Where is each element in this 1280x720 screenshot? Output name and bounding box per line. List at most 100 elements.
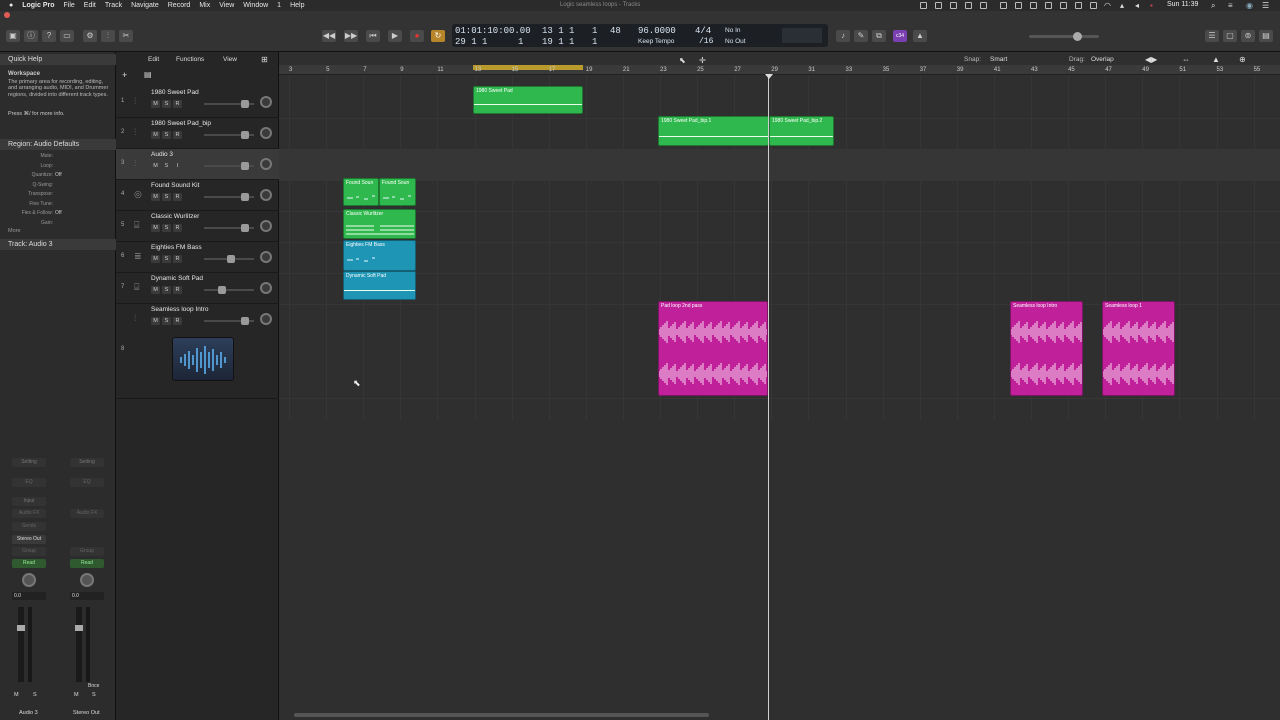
- track-solo-button[interactable]: S: [162, 131, 171, 139]
- menu-help[interactable]: Help: [290, 2, 304, 9]
- editors-button[interactable]: ✂: [119, 30, 133, 42]
- apple-icon[interactable]: ●: [9, 2, 13, 9]
- status-icon[interactable]: [1030, 2, 1037, 9]
- region[interactable]: 1980 Sweet Pad: [473, 86, 583, 114]
- track-header[interactable]: 3 ⫶ Audio 3 M S I: [116, 149, 279, 180]
- audio-fx-slot[interactable]: Audio FX: [70, 509, 104, 518]
- more-disclosure[interactable]: More: [8, 228, 21, 234]
- region[interactable]: Found Soun: [343, 178, 379, 206]
- region[interactable]: Eighties FM Bass: [343, 240, 416, 271]
- menu-file[interactable]: File: [64, 2, 75, 9]
- tracks-area[interactable]: ⬉ ✛ Snap: Smart Drag: Overlap ◀▶ ⇔ ▲ ⊕ 3…: [279, 52, 1280, 720]
- cycle-button[interactable]: ↻: [431, 30, 445, 42]
- record-button[interactable]: ●: [410, 30, 424, 42]
- track-record-button[interactable]: R: [173, 286, 182, 294]
- bounce-button[interactable]: Bnce: [88, 683, 99, 689]
- status-icon[interactable]: [965, 2, 972, 9]
- setting-button[interactable]: Setting: [12, 458, 46, 467]
- menu-1[interactable]: 1: [277, 2, 281, 9]
- bar-ruler[interactable]: 3 5 7 9 11 13 15 17 19 21 23 25 27 29 31 33 35 37 39 41 43 45…: [279, 65, 1280, 75]
- track-volume-knob[interactable]: [241, 224, 249, 232]
- master-volume-slider[interactable]: [1029, 32, 1099, 41]
- edit-menu[interactable]: Edit: [148, 56, 159, 63]
- notification-icon[interactable]: ☰: [1262, 1, 1269, 10]
- region[interactable]: 1980 Sweet Pad_bip.1: [658, 116, 769, 146]
- track-record-button[interactable]: R: [173, 224, 182, 232]
- track-volume-knob[interactable]: [241, 162, 249, 170]
- region[interactable]: Classic Wurlitzer: [343, 209, 416, 239]
- view-menu[interactable]: View: [223, 56, 237, 63]
- pointer-tool-icon[interactable]: ⬉: [679, 56, 686, 65]
- track-volume-knob[interactable]: [241, 100, 249, 108]
- drag-menu[interactable]: Overlap: [1091, 56, 1114, 63]
- metronome-button[interactable]: ▲: [913, 30, 927, 42]
- track-mute-button[interactable]: M: [151, 193, 160, 201]
- status-icon[interactable]: [980, 2, 987, 9]
- track-volume-slider[interactable]: [204, 224, 254, 232]
- volume-fader[interactable]: [75, 607, 83, 682]
- smart-controls-button[interactable]: ⚙: [83, 30, 97, 42]
- playhead-handle[interactable]: [765, 74, 773, 79]
- solo-button[interactable]: S: [92, 692, 96, 698]
- status-icon[interactable]: [1000, 2, 1007, 9]
- track-record-button[interactable]: R: [173, 193, 182, 201]
- group-slot[interactable]: Group: [70, 547, 104, 556]
- grid-icon[interactable]: ⊞: [261, 55, 271, 64]
- volume-fader[interactable]: [17, 607, 25, 682]
- toolbar-button[interactable]: ▭: [60, 30, 74, 42]
- browser-button[interactable]: ▤: [1259, 30, 1273, 42]
- key-badge[interactable]: c34: [893, 30, 907, 42]
- track-volume-knob[interactable]: [241, 131, 249, 139]
- track-volume-slider[interactable]: [204, 100, 254, 108]
- go-to-start-button[interactable]: ⏮: [366, 30, 380, 42]
- close-window-icon[interactable]: [4, 12, 10, 18]
- cycle-range[interactable]: [473, 65, 583, 70]
- track-name[interactable]: Classic Wurlitzer: [151, 213, 199, 220]
- track-pan-knob[interactable]: [260, 158, 272, 170]
- track-mute-button[interactable]: M: [151, 286, 160, 294]
- track-mute-button[interactable]: M: [151, 162, 160, 170]
- menu-navigate[interactable]: Navigate: [131, 2, 159, 9]
- track-volume-knob[interactable]: [218, 286, 226, 294]
- automation-mode[interactable]: Read: [70, 559, 104, 568]
- status-icon[interactable]: [1060, 2, 1067, 9]
- track-mute-button[interactable]: M: [151, 317, 160, 325]
- track-volume-slider[interactable]: [204, 131, 254, 139]
- pan-knob[interactable]: [22, 573, 36, 587]
- track-volume-slider[interactable]: [204, 162, 254, 170]
- region[interactable]: Pad loop 2nd pass: [658, 301, 768, 396]
- track-solo-button[interactable]: S: [162, 286, 171, 294]
- automation-mode[interactable]: Read: [12, 559, 46, 568]
- track-pan-knob[interactable]: [260, 282, 272, 294]
- region-inspector-header[interactable]: Region: Audio Defaults: [0, 139, 116, 150]
- region[interactable]: Found Soun: [379, 178, 416, 206]
- track-record-button[interactable]: R: [173, 317, 182, 325]
- track-inspector-header[interactable]: Track: Audio 3: [0, 239, 116, 250]
- track-header[interactable]: 6 ≣ Eighties FM Bass M S R: [116, 242, 279, 273]
- status-icon[interactable]: [1075, 2, 1082, 9]
- track-name[interactable]: Dynamic Soft Pad: [151, 275, 203, 282]
- quick-help-button[interactable]: ?: [42, 30, 56, 42]
- track-record-button[interactable]: R: [173, 131, 182, 139]
- track-header[interactable]: 2 ⫶ 1980 Sweet Pad_bip M S R: [116, 118, 279, 149]
- upload-icon[interactable]: ▴: [1120, 1, 1124, 10]
- track-header[interactable]: 1 ⫶ 1980 Sweet Pad M S R: [116, 87, 279, 118]
- track-solo-button[interactable]: S: [162, 193, 171, 201]
- track-solo-button[interactable]: S: [162, 100, 171, 108]
- mixer-button[interactable]: ⫶: [101, 30, 115, 42]
- menu-edit[interactable]: Edit: [84, 2, 96, 9]
- rewind-button[interactable]: ◀◀: [322, 30, 336, 42]
- status-icon[interactable]: [935, 2, 942, 9]
- track-volume-slider[interactable]: [204, 317, 254, 325]
- volume-icon[interactable]: ◂: [1135, 1, 1139, 10]
- menu-window[interactable]: Window: [243, 2, 268, 9]
- status-icon[interactable]: [1015, 2, 1022, 9]
- note-pad-button[interactable]: ▢: [1223, 30, 1237, 42]
- audio-fx-slot[interactable]: Audio FX: [12, 509, 46, 518]
- global-tracks-icon[interactable]: ▤: [144, 70, 154, 80]
- track-solo-button[interactable]: S: [162, 317, 171, 325]
- track-name[interactable]: 1980 Sweet Pad: [151, 89, 199, 96]
- track-volume-knob[interactable]: [241, 193, 249, 201]
- count-in-button[interactable]: ⧉: [872, 30, 886, 42]
- track-volume-knob[interactable]: [227, 255, 235, 263]
